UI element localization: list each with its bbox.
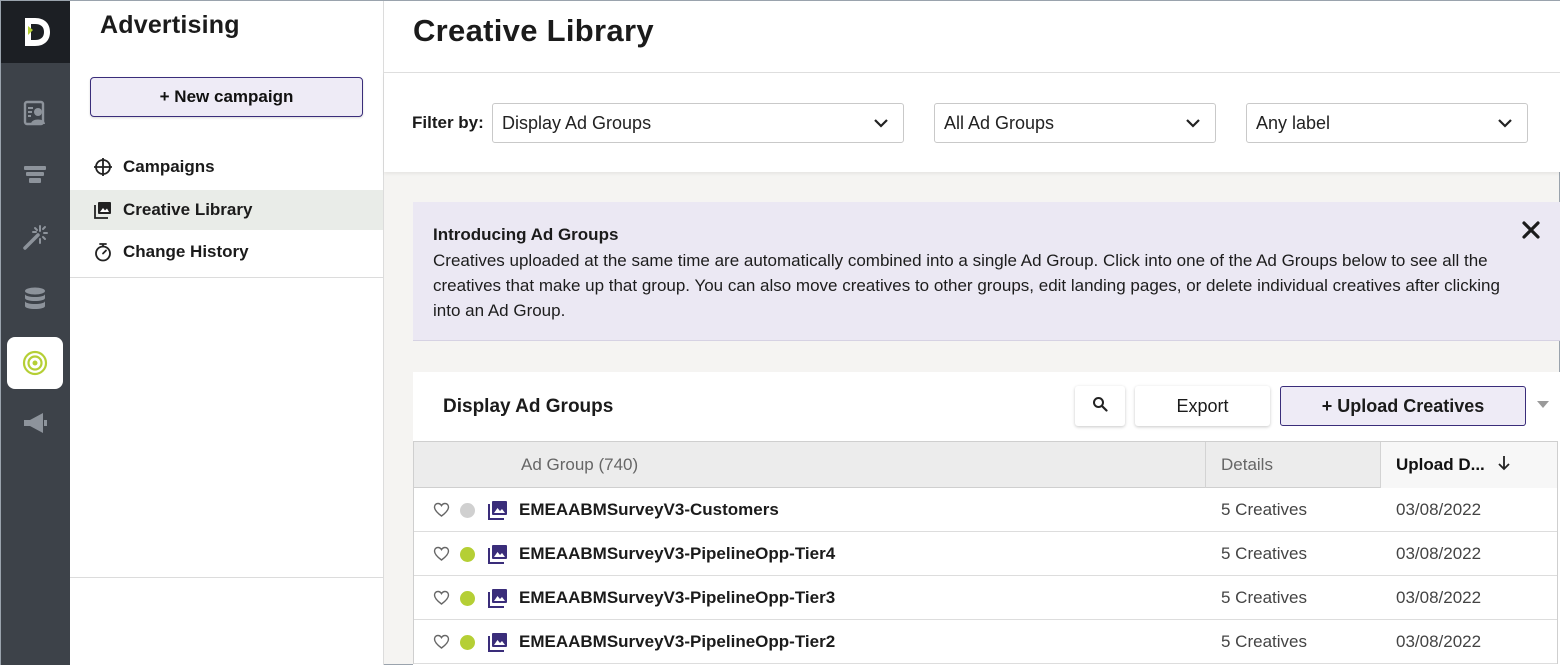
crosshair-icon — [92, 156, 114, 178]
heart-icon[interactable] — [432, 633, 450, 651]
ad-group-name[interactable]: EMEAABMSurveyV3-PipelineOpp-Tier3 — [519, 588, 835, 608]
sidebar-divider — [70, 577, 383, 578]
label-select-value: Any label — [1256, 112, 1331, 133]
filter-bar: Filter by: Display Ad Groups All Ad Grou… — [384, 73, 1560, 172]
ad-groups-card: Display Ad Groups Export + Upload Creati… — [413, 372, 1560, 665]
ad-type-select[interactable]: Display Ad Groups — [492, 103, 904, 143]
page-header: Creative Library — [384, 1, 1560, 73]
sidebar-item-campaigns[interactable]: Campaigns — [70, 147, 383, 187]
sidebar-item-label: Creative Library — [123, 200, 253, 219]
filter-label: Filter by: — [412, 113, 484, 132]
megaphone-icon[interactable] — [7, 397, 63, 449]
table-row[interactable]: EMEAABMSurveyV3-PipelineOpp-Tier3 5 Crea… — [414, 576, 1557, 620]
upload-date-cell: 03/08/2022 — [1396, 632, 1482, 651]
magic-wand-icon[interactable] — [7, 211, 63, 263]
ad-group-select[interactable]: All Ad Groups — [934, 103, 1216, 143]
info-banner: Introducing Ad Groups Creatives uploaded… — [413, 202, 1560, 341]
status-dot — [460, 634, 475, 650]
column-header-upload-date[interactable]: Upload D... — [1381, 442, 1557, 488]
table-row[interactable]: EMEAABMSurveyV3-PipelineOpp-Tier2 5 Crea… — [414, 620, 1557, 664]
table-row[interactable]: EMEAABMSurveyV3-Customers 5 Creatives 03… — [414, 488, 1557, 532]
chevron-down-icon — [1185, 115, 1201, 136]
chevron-down-icon — [1497, 115, 1513, 136]
app-rail — [1, 1, 70, 665]
brand-d-logo-icon[interactable] — [1, 1, 70, 63]
sidebar-item-label: Campaigns — [123, 157, 215, 176]
upload-date-cell: 03/08/2022 — [1396, 544, 1482, 563]
image-gallery-icon — [487, 631, 509, 653]
column-header-details[interactable]: Details — [1206, 442, 1381, 488]
table-row[interactable]: EMEAABMSurveyV3-PipelineOpp-Tier4 5 Crea… — [414, 532, 1557, 576]
upload-creatives-button[interactable]: + Upload Creatives — [1280, 386, 1526, 426]
ad-groups-table: Ad Group (740) Details Upload D... EMEAA… — [413, 441, 1558, 664]
heart-icon[interactable] — [432, 589, 450, 607]
status-dot — [460, 590, 475, 606]
contact-card-icon[interactable] — [7, 87, 63, 139]
sidebar-item-creative-library[interactable]: Creative Library — [70, 190, 383, 230]
new-campaign-button[interactable]: + New campaign — [90, 77, 363, 117]
database-icon[interactable] — [7, 273, 63, 325]
funnel-icon[interactable] — [7, 149, 63, 201]
banner-title: Introducing Ad Groups — [433, 225, 619, 244]
target-icon[interactable] — [7, 337, 63, 389]
status-dot — [460, 502, 475, 518]
banner-body: Creatives uploaded at the same time are … — [433, 251, 1500, 320]
column-header-ad-group[interactable]: Ad Group (740) — [414, 442, 1206, 488]
image-gallery-icon — [92, 199, 114, 221]
image-gallery-icon — [487, 499, 509, 521]
caret-down-icon[interactable] — [1537, 401, 1549, 408]
details-cell: 5 Creatives — [1221, 544, 1307, 563]
ad-group-name[interactable]: EMEAABMSurveyV3-PipelineOpp-Tier2 — [519, 632, 835, 652]
export-button[interactable]: Export — [1135, 386, 1270, 426]
label-select[interactable]: Any label — [1246, 103, 1528, 143]
ad-group-select-value: All Ad Groups — [944, 112, 1055, 133]
details-cell: 5 Creatives — [1221, 500, 1307, 519]
close-icon[interactable] — [1521, 220, 1541, 240]
heart-icon[interactable] — [432, 501, 450, 519]
details-cell: 5 Creatives — [1221, 632, 1307, 651]
chevron-down-icon — [873, 115, 889, 136]
sidebar-title: Advertising — [100, 11, 240, 39]
search-icon — [1092, 396, 1108, 417]
sidebar-divider — [70, 277, 383, 278]
sort-descending-icon — [1497, 455, 1511, 476]
page-title: Creative Library — [413, 13, 654, 48]
status-dot — [460, 546, 475, 562]
main-content: Creative Library Filter by: Display Ad G… — [384, 1, 1560, 665]
ad-group-name[interactable]: EMEAABMSurveyV3-PipelineOpp-Tier4 — [519, 544, 835, 564]
ad-type-select-value: Display Ad Groups — [502, 112, 652, 133]
table-header: Ad Group (740) Details Upload D... — [414, 442, 1557, 488]
sidebar-item-change-history[interactable]: Change History — [70, 232, 383, 272]
upload-date-cell: 03/08/2022 — [1396, 588, 1482, 607]
column-header-label: Upload D... — [1396, 455, 1485, 474]
ad-group-name[interactable]: EMEAABMSurveyV3-Customers — [519, 500, 779, 520]
search-button[interactable] — [1075, 386, 1125, 426]
image-gallery-icon — [487, 543, 509, 565]
upload-date-cell: 03/08/2022 — [1396, 500, 1482, 519]
heart-icon[interactable] — [432, 545, 450, 563]
image-gallery-icon — [487, 587, 509, 609]
card-title: Display Ad Groups — [443, 396, 614, 417]
stopwatch-icon — [92, 241, 114, 263]
sidebar-item-label: Change History — [123, 242, 249, 261]
details-cell: 5 Creatives — [1221, 588, 1307, 607]
secondary-sidebar: Advertising + New campaign Campaigns Cre… — [70, 1, 384, 665]
